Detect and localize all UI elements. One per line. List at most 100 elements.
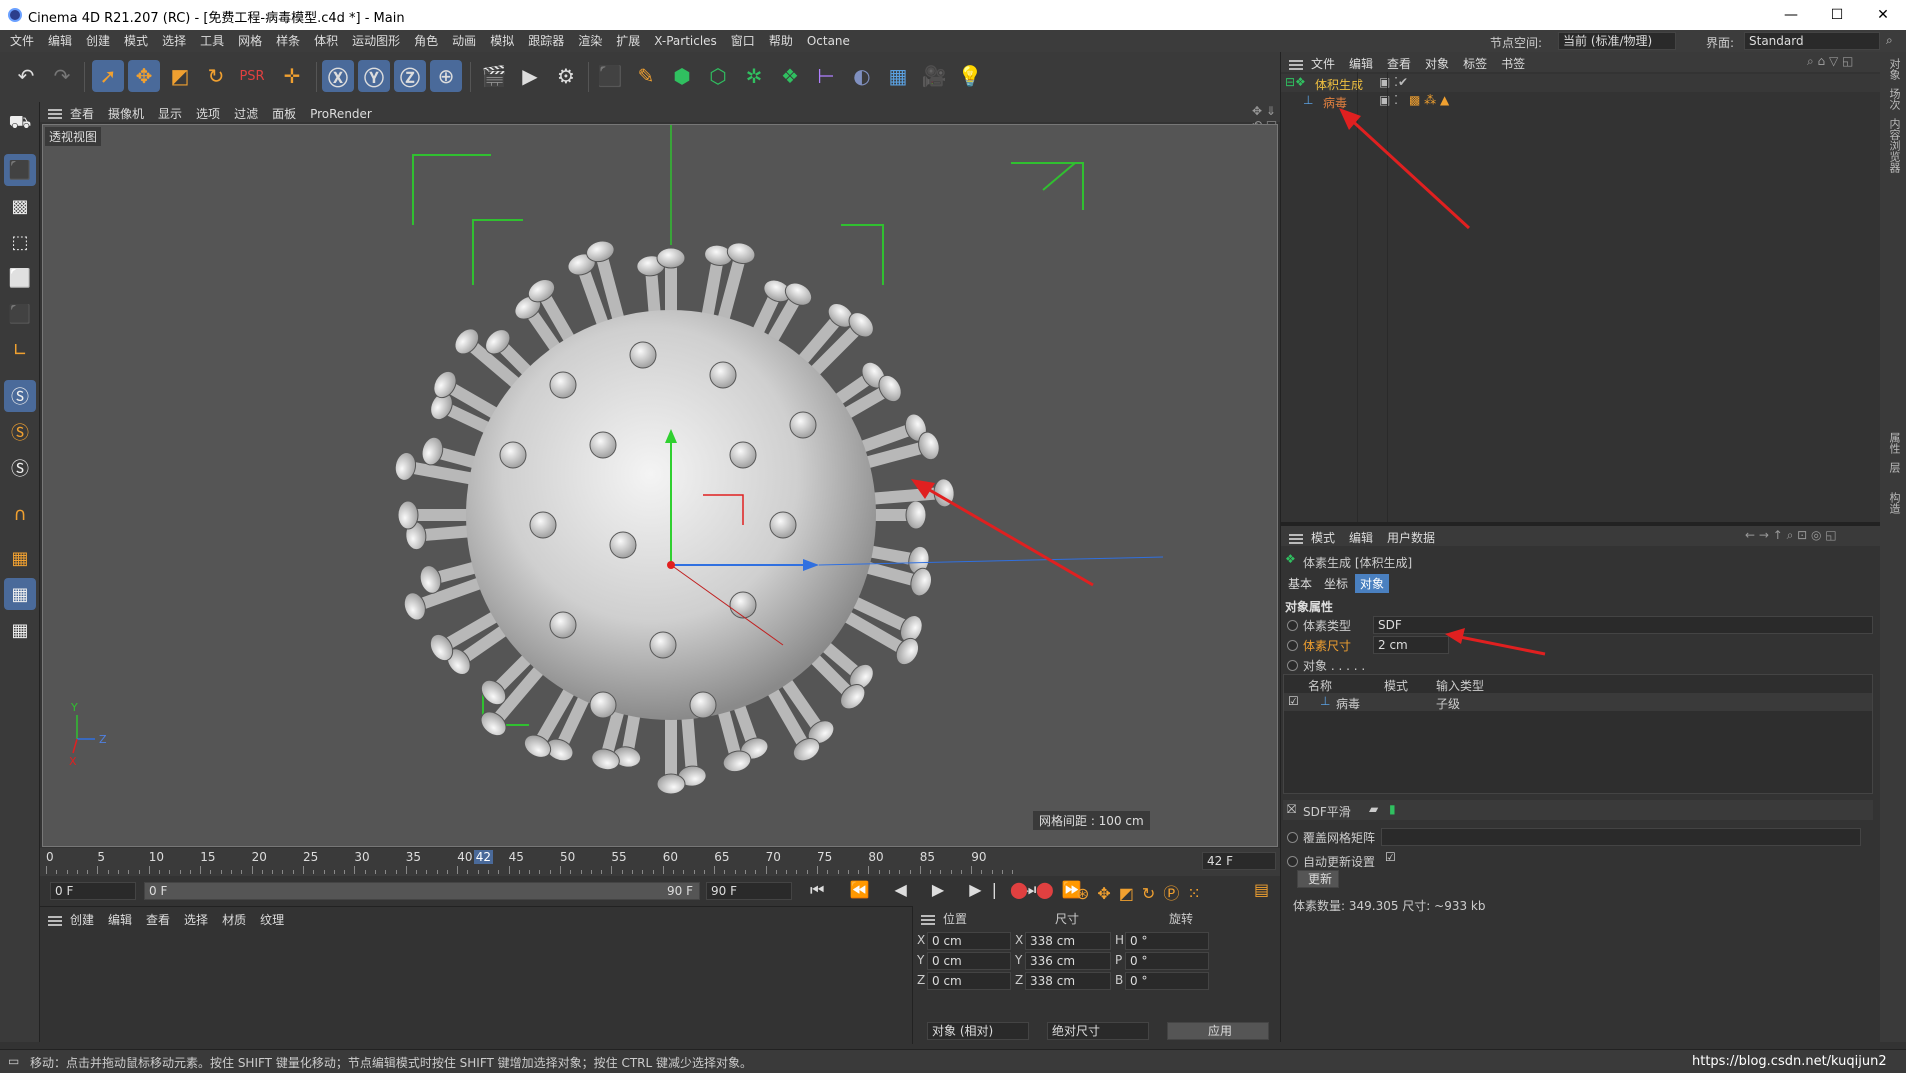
texture-mode-icon[interactable]: ▩ (4, 190, 36, 222)
current-frame-field[interactable]: 42 F (1202, 852, 1276, 870)
layout-select[interactable]: Standard (1744, 32, 1880, 50)
deformer-icon[interactable]: ⊢ (810, 60, 842, 92)
nodespace-select[interactable]: 当前 (标准/物理) (1558, 32, 1676, 50)
apply-button[interactable]: 应用 (1167, 1022, 1269, 1040)
axis-mode-icon[interactable]: ∟ (4, 334, 36, 366)
move-tool-icon[interactable]: ✥ (128, 60, 160, 92)
timeline-window-icon[interactable]: ▤ (1254, 880, 1269, 899)
menu-item-3[interactable]: 模式 (117, 30, 155, 52)
menu-item-19[interactable]: Octane (800, 30, 857, 52)
side-tab-5[interactable]: 构造 (1886, 492, 1902, 514)
menu-item-4[interactable]: 选择 (155, 30, 193, 52)
coord-menu-icon[interactable] (921, 914, 935, 925)
override-matrix-field[interactable] (1381, 828, 1861, 846)
menu-item-14[interactable]: 渲染 (571, 30, 609, 52)
extrude-icon[interactable]: ⬡ (702, 60, 734, 92)
viewport-menu-item-4[interactable]: 过滤 (234, 107, 258, 121)
minimize-button[interactable]: — (1768, 0, 1814, 30)
side-tab-4[interactable]: 层 (1886, 462, 1902, 473)
size-mode-select[interactable]: 绝对尺寸 (1047, 1022, 1149, 1040)
side-tab-0[interactable]: 对象 (1886, 58, 1902, 80)
volume-builder-icon[interactable]: ❖ (774, 60, 806, 92)
end-frame-field[interactable]: 90 F (706, 882, 792, 900)
workplane-icon[interactable]: ▦ (4, 542, 36, 574)
auto-update-checkbox[interactable]: ☑ (1385, 850, 1396, 864)
viewport-menu-icon[interactable] (48, 108, 62, 119)
menu-item-6[interactable]: 网格 (231, 30, 269, 52)
side-tab-2[interactable]: 内容浏览器 (1886, 118, 1902, 173)
menu-item-10[interactable]: 角色 (407, 30, 445, 52)
undo-icon[interactable]: ↶ (10, 60, 42, 92)
tab-object[interactable]: 对象 (1355, 574, 1390, 593)
menu-item-1[interactable]: 编辑 (41, 30, 79, 52)
menu-item-17[interactable]: 窗口 (724, 30, 762, 52)
viewport-menu-item-6[interactable]: ProRender (310, 107, 372, 121)
row-checkbox[interactable]: ☑ (1288, 694, 1299, 708)
record-buttons[interactable]: ⬤⬤ (1010, 880, 1062, 899)
menu-item-16[interactable]: X-Particles (647, 30, 724, 52)
make-editable-icon[interactable]: ⛟ (4, 108, 36, 140)
maximize-button[interactable]: ☐ (1814, 0, 1860, 30)
rot-field-p[interactable]: 0 ° (1125, 952, 1209, 970)
menu-item-18[interactable]: 帮助 (762, 30, 800, 52)
render-settings-icon[interactable]: ⚙ (550, 60, 582, 92)
y-axis-icon[interactable]: Ⓨ (358, 60, 390, 92)
attr-menu-item-2[interactable]: 用户数据 (1387, 531, 1435, 545)
grid-plane-icon[interactable]: ▦ (4, 614, 36, 646)
side-tab-1[interactable]: 场次 (1886, 88, 1902, 110)
attr-nav-icons[interactable]: ← → ↑ ⌕ ⊡ ◎ ◱ (1745, 528, 1837, 543)
size-field-z[interactable]: 338 cm (1025, 972, 1111, 990)
attr-menu-item-1[interactable]: 编辑 (1349, 531, 1373, 545)
world-coord-icon[interactable]: ⊕ (430, 60, 462, 92)
magnet-icon[interactable]: ∩ (4, 498, 36, 530)
material-menu-item-2[interactable]: 查看 (146, 913, 170, 927)
rot-field-h[interactable]: 0 ° (1125, 932, 1209, 950)
menu-item-8[interactable]: 体积 (307, 30, 345, 52)
locked-workplane-icon[interactable]: ▦ (4, 578, 36, 610)
layer-icon[interactable]: ▮ (1389, 802, 1396, 816)
rotate-tool-icon[interactable]: ↻ (200, 60, 232, 92)
menu-item-11[interactable]: 动画 (445, 30, 483, 52)
menu-item-13[interactable]: 跟踪器 (521, 30, 571, 52)
timeline-ruler[interactable]: 0 5 10 15 20 25 30 35 40 45 50 55 60 65 70 75 80 85 90 42 4… (40, 848, 1280, 876)
floor-icon[interactable]: ▦ (882, 60, 914, 92)
x-axis-icon[interactable]: Ⓧ (322, 60, 354, 92)
side-tab-3[interactable]: 属性 (1886, 432, 1902, 454)
objects-list[interactable]: 名称 模式 输入类型 ☑ ⊥ 病毒 子级 (1283, 674, 1873, 794)
viewport-menu-item-2[interactable]: 显示 (158, 107, 182, 121)
z-axis-icon[interactable]: Ⓩ (394, 60, 426, 92)
menu-item-5[interactable]: 工具 (193, 30, 231, 52)
start-frame-field[interactable]: 0 F (50, 882, 136, 900)
cube-icon[interactable]: ⬛ (594, 60, 626, 92)
scale-tool-icon[interactable]: ◩ (164, 60, 196, 92)
snap-settings-icon[interactable]: Ⓢ (4, 416, 36, 448)
psr-tool-icon[interactable]: PSR (236, 60, 268, 92)
material-menu-icon[interactable] (48, 915, 62, 926)
model-mode-icon[interactable]: ⬛ (4, 154, 36, 186)
edges-mode-icon[interactable]: ⬜ (4, 262, 36, 294)
field-icon[interactable]: ◐ (846, 60, 878, 92)
objects-list-row[interactable]: ☑ ⊥ 病毒 子级 (1284, 693, 1872, 711)
light-icon[interactable]: 💡 (954, 60, 986, 92)
snap-icon[interactable]: Ⓢ (4, 380, 36, 412)
attr-menu-icon[interactable] (1289, 533, 1303, 544)
perspective-viewport[interactable]: 透视视图 Y Z X 网格间距: 100 cm (42, 124, 1278, 847)
menu-item-15[interactable]: 扩展 (609, 30, 647, 52)
viewport-menu-item-3[interactable]: 选项 (196, 107, 220, 121)
menu-item-2[interactable]: 创建 (79, 30, 117, 52)
close-button[interactable]: ✕ (1860, 0, 1906, 30)
sdf-smooth-label[interactable]: SDF平滑 (1303, 803, 1351, 820)
pos-field-x[interactable]: 0 cm (927, 932, 1011, 950)
camera-icon[interactable]: 🎥 (918, 60, 950, 92)
menu-item-7[interactable]: 样条 (269, 30, 307, 52)
material-menu-item-1[interactable]: 编辑 (108, 913, 132, 927)
search-icon[interactable]: ⌕ (1886, 33, 1893, 48)
material-menu-item-0[interactable]: 创建 (70, 913, 94, 927)
spline-pen-icon[interactable]: ✎ (630, 60, 662, 92)
material-menu-item-5[interactable]: 纹理 (260, 913, 284, 927)
snap-workplane-icon[interactable]: Ⓢ (4, 452, 36, 484)
frame-range-slider[interactable]: 0 F 90 F (144, 882, 700, 900)
menu-item-0[interactable]: 文件 (3, 30, 41, 52)
tab-basic[interactable]: 基本 (1283, 574, 1317, 593)
polygons-mode-icon[interactable]: ⬛ (4, 298, 36, 330)
